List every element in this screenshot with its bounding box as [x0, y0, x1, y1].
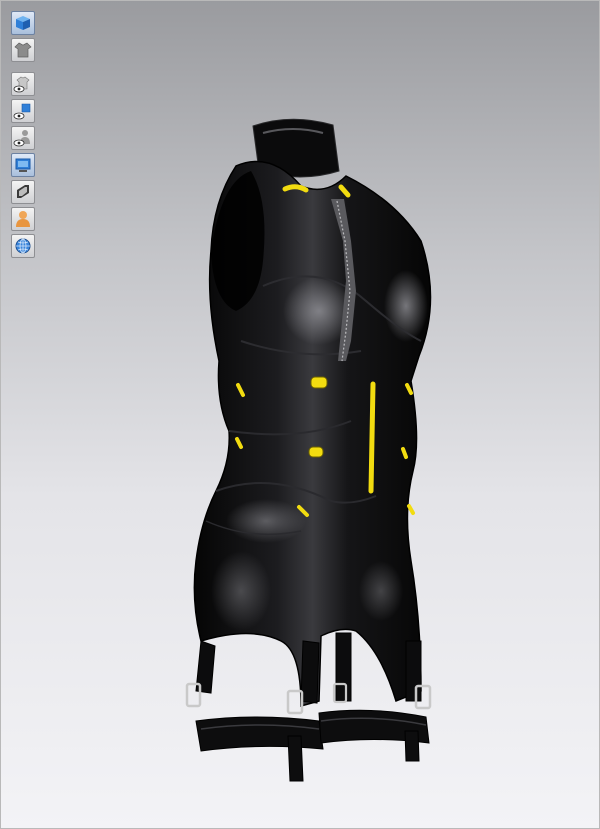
garment-3d-model[interactable]	[1, 1, 600, 829]
garter-band-left	[195, 716, 324, 752]
trim-loop-1	[310, 376, 328, 389]
trim-loop-2	[308, 446, 324, 458]
trim-center-stripe	[368, 381, 376, 494]
buckle-center	[286, 689, 304, 715]
3d-viewport[interactable]	[0, 0, 600, 829]
